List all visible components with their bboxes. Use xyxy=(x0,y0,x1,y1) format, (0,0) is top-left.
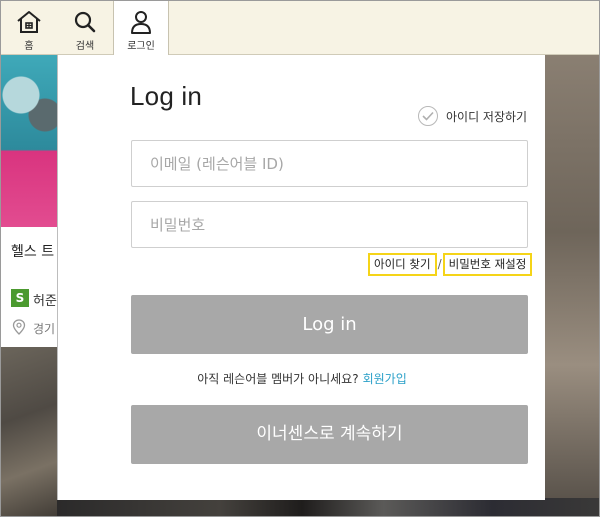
tab-login-label: 로그인 xyxy=(127,41,155,52)
tab-home[interactable]: 홈 xyxy=(1,1,57,55)
background-photo-2 xyxy=(1,347,61,516)
account-help-links: 아이디 찾기 / 비밀번호 재설정 xyxy=(368,252,533,276)
find-id-link[interactable]: 아이디 찾기 xyxy=(368,252,437,276)
background-photo-fitness xyxy=(1,55,61,227)
email-field[interactable] xyxy=(131,140,528,187)
app-window: 헬스 트 S 허준 경기 홈 검색 로그인 Log in 아이디 저장하기 이메… xyxy=(0,0,600,517)
tab-login[interactable]: 로그인 xyxy=(113,1,169,56)
listing-location: 경기 xyxy=(33,322,56,336)
login-title: Log in xyxy=(130,81,203,111)
checkmark-icon[interactable] xyxy=(418,106,438,126)
signup-link[interactable]: 회원가입 xyxy=(363,372,407,386)
person-icon xyxy=(131,11,151,34)
password-field[interactable] xyxy=(131,201,528,248)
listing-badge: S xyxy=(11,289,29,307)
listing-place-name: 허준 xyxy=(33,294,57,309)
remember-id-label: 아이디 저장하기 xyxy=(446,109,528,124)
listing-title: 헬스 트 xyxy=(11,244,55,260)
background-listing-card[interactable]: 헬스 트 S 허준 경기 xyxy=(1,227,61,347)
remember-id-toggle[interactable]: 아이디 저장하기 xyxy=(418,105,527,127)
not-member-text: 아직 레슨어블 멤버가 아니세요? xyxy=(197,372,359,386)
home-icon xyxy=(17,11,41,33)
background-photo-right xyxy=(545,55,599,498)
tab-home-label: 홈 xyxy=(24,41,34,52)
link-separator: / xyxy=(437,257,442,271)
login-button[interactable]: Log in xyxy=(131,295,528,354)
signup-prompt: 아직 레슨어블 멤버가 아니세요? 회원가입 xyxy=(58,370,546,387)
reset-password-link[interactable]: 비밀번호 재설정 xyxy=(442,252,533,276)
location-pin-icon xyxy=(12,319,26,335)
login-panel: Log in 아이디 저장하기 아이디 찾기 / 비밀번호 재설정 Log in… xyxy=(57,55,545,500)
tab-search-label: 검색 xyxy=(75,41,95,52)
background-photo-bottom xyxy=(57,498,599,516)
top-nav-bar: 홈 검색 로그인 xyxy=(1,1,599,56)
continue-with-innersense-button[interactable]: 이너센스로 계속하기 xyxy=(131,405,528,464)
background-page: 헬스 트 S 허준 경기 xyxy=(1,55,61,516)
tab-search[interactable]: 검색 xyxy=(57,1,113,55)
search-icon xyxy=(74,11,96,33)
